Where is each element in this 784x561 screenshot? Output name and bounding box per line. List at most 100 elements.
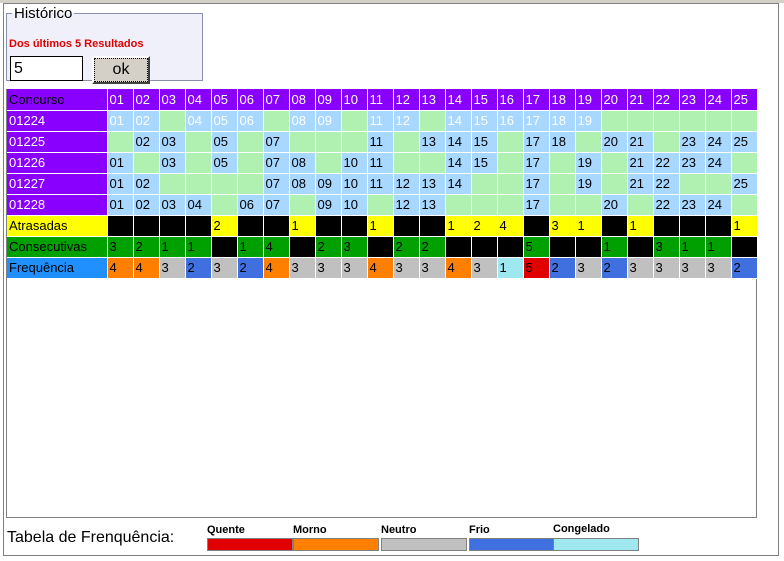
drawn-number-cell: 16 (497, 110, 524, 132)
empty-number-cell (263, 110, 290, 132)
consecutivas-cell (575, 236, 602, 258)
draw-number: 01228 (7, 194, 108, 216)
column-header: 12 (393, 89, 420, 111)
frequencia-cell: 3 (705, 257, 732, 279)
ok-button[interactable]: ok (92, 56, 150, 84)
atrasadas-cell (133, 215, 160, 237)
drawn-number-cell: 11 (367, 131, 394, 153)
frequencia-cell: 3 (341, 257, 368, 279)
consecutivas-cell: 3 (341, 236, 368, 258)
consecutivas-cell: 1 (679, 236, 706, 258)
empty-number-cell (497, 131, 524, 153)
empty-number-cell (731, 194, 758, 216)
empty-number-cell (705, 173, 732, 195)
historico-group: Histórico Dos últimos 5 Resultados ok (6, 5, 203, 84)
drawn-number-cell: 17 (523, 173, 550, 195)
empty-number-cell (289, 194, 316, 216)
empty-number-cell (237, 152, 264, 174)
frequencia-row: Frequência 4 4 3 2 3 2 4 3 3 3 4 3 3 4 3 1 5 2 3 2 3 3 3 3 2 (7, 257, 758, 279)
consecutivas-cell (367, 236, 394, 258)
frequencia-cell: 3 (159, 257, 186, 279)
frequencia-cell: 2 (731, 257, 758, 279)
consecutivas-cell: 3 (653, 236, 680, 258)
consecutivas-cell (471, 236, 498, 258)
column-header: 23 (679, 89, 706, 111)
atrasadas-cell: 1 (575, 215, 602, 237)
empty-number-cell (393, 152, 420, 174)
drawn-number-cell: 14 (445, 131, 472, 153)
legend-item-name: Neutro (381, 524, 417, 536)
draw-number: 01226 (7, 152, 108, 174)
drawn-number-cell: 02 (133, 173, 160, 195)
drawn-number-cell: 01 (107, 194, 134, 216)
drawn-number-cell: 02 (133, 131, 160, 153)
empty-number-cell (497, 194, 524, 216)
consecutivas-cell: 5 (523, 236, 550, 258)
empty-number-cell (237, 131, 264, 153)
consecutivas-cell (627, 236, 654, 258)
drawn-number-cell: 18 (549, 110, 576, 132)
drawn-number-cell: 14 (445, 110, 472, 132)
consecutivas-cell: 2 (315, 236, 342, 258)
empty-number-cell (549, 173, 576, 195)
column-header: 06 (237, 89, 264, 111)
draw-number: 01225 (7, 131, 108, 153)
results-count-input[interactable] (10, 56, 83, 81)
column-header: 22 (653, 89, 680, 111)
draw-number: 01227 (7, 173, 108, 195)
atrasadas-cell: 1 (367, 215, 394, 237)
drawn-number-cell: 22 (653, 173, 680, 195)
frequencia-cell: 4 (133, 257, 160, 279)
ok-button-label: ok (94, 58, 148, 82)
consecutivas-cell (445, 236, 472, 258)
frequencia-cell: 2 (237, 257, 264, 279)
drawn-number-cell: 13 (419, 173, 446, 195)
empty-number-cell (315, 131, 342, 153)
drawn-number-cell: 01 (107, 152, 134, 174)
legend-item-name: Morno (293, 524, 327, 536)
empty-number-cell (315, 152, 342, 174)
consecutivas-cell (731, 236, 758, 258)
drawn-number-cell: 09 (315, 194, 342, 216)
column-header: 08 (289, 89, 316, 111)
empty-number-cell (627, 110, 654, 132)
frequencia-cell: 3 (419, 257, 446, 279)
empty-number-cell (653, 110, 680, 132)
column-header: 25 (731, 89, 758, 111)
drawn-number-cell: 22 (653, 152, 680, 174)
atrasadas-cell (523, 215, 550, 237)
column-header: 05 (211, 89, 238, 111)
column-header: 21 (627, 89, 654, 111)
consecutivas-cell (289, 236, 316, 258)
column-header: 02 (133, 89, 160, 111)
drawn-number-cell: 01 (107, 110, 134, 132)
empty-number-cell (705, 110, 732, 132)
frequencia-cell: 5 (523, 257, 550, 279)
empty-number-cell (549, 152, 576, 174)
drawn-number-cell: 15 (471, 131, 498, 153)
legend-item-name: Congelado (553, 523, 610, 535)
drawn-number-cell: 25 (731, 173, 758, 195)
results-table: Concurso 01 02 03 04 05 06 07 08 09 10 11 12 13 14 15 16… (7, 89, 758, 279)
draw-number: 01224 (7, 110, 108, 132)
atrasadas-cell (185, 215, 212, 237)
drawn-number-cell: 20 (601, 194, 628, 216)
drawn-number-cell: 17 (523, 131, 550, 153)
drawn-number-cell: 19 (575, 110, 602, 132)
drawn-number-cell: 07 (263, 152, 290, 174)
drawn-number-cell: 05 (211, 110, 238, 132)
atrasadas-cell (601, 215, 628, 237)
frequencia-cell: 2 (601, 257, 628, 279)
drawn-number-cell: 03 (159, 194, 186, 216)
drawn-number-cell: 14 (445, 173, 472, 195)
drawn-number-cell: 17 (523, 110, 550, 132)
header-row: Concurso 01 02 03 04 05 06 07 08 09 10 11 12 13 14 15 16… (7, 89, 758, 111)
column-header: 03 (159, 89, 186, 111)
drawn-number-cell: 05 (211, 152, 238, 174)
empty-number-cell (107, 131, 134, 153)
consecutivas-cell (497, 236, 524, 258)
drawn-number-cell: 04 (185, 110, 212, 132)
drawn-number-cell: 18 (549, 131, 576, 153)
frequencia-cell: 3 (679, 257, 706, 279)
drawn-number-cell: 15 (471, 152, 498, 174)
